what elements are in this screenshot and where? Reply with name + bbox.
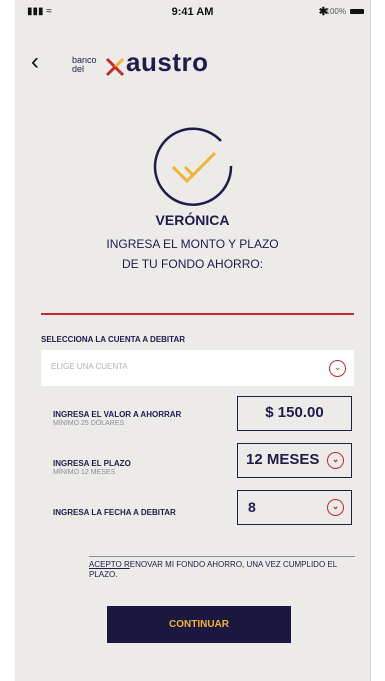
account-section-label: SELECCIONA LA CUENTA A DEBITAR	[41, 335, 185, 344]
battery-icon	[350, 9, 364, 14]
back-icon[interactable]: ‹	[31, 50, 39, 74]
date-select[interactable]: 8 ⌄	[237, 490, 352, 525]
term-label: INGRESA EL PLAZO	[53, 459, 131, 468]
check-badge-icon	[153, 127, 233, 206]
amount-input[interactable]: $ 150.00	[237, 396, 352, 431]
logo-small-text: banco del	[72, 55, 97, 74]
instruction-line-1: INGRESA EL MONTO Y PLAZO	[106, 237, 279, 251]
header: ‹ banco del austro	[15, 48, 370, 84]
term-select[interactable]: 12 MESES ⌄	[237, 443, 352, 478]
term-hint: MÍNIMO 12 MESES	[53, 469, 116, 476]
date-label: INGRESA LA FECHA A DEBITAR	[53, 508, 176, 517]
amount-hint: MÍNIMO 25 DÓLARES	[53, 420, 125, 427]
user-name: VERÓNICA	[155, 212, 230, 228]
chevron-down-icon[interactable]: ⌄	[329, 360, 346, 377]
instruction-line-2: DE TU FONDO AHORRO:	[121, 257, 264, 271]
accept-renewal-checkbox[interactable]: ACEPTO RENOVAR MI FONDO AHORRO, UNA VEZ …	[89, 560, 359, 580]
date-value: 8	[248, 499, 256, 515]
amount-label: INGRESA EL VALOR A AHORRAR	[53, 410, 182, 419]
phone-screen: ▮▮▮ ≈ 9:41 AM ✱ 100% ‹ banco del austro …	[15, 0, 371, 681]
battery-percent: 100%	[325, 7, 346, 16]
continue-button[interactable]: CONTINUAR	[107, 606, 291, 643]
status-time: 9:41 AM	[171, 6, 214, 18]
logo-x-icon	[105, 57, 125, 77]
logo-word: austro	[126, 47, 209, 77]
section-divider	[41, 313, 354, 315]
account-select[interactable]: ELIGE UNA CUENTA ⌄	[41, 350, 354, 386]
status-bar: ▮▮▮ ≈ 9:41 AM ✱ 100%	[15, 0, 370, 22]
account-placeholder: ELIGE UNA CUENTA	[51, 362, 128, 371]
accept-bold: ACEPTO R	[89, 560, 130, 569]
chevron-down-icon[interactable]: ⌄	[327, 499, 344, 516]
accept-divider	[89, 556, 355, 557]
term-value: 12 MESES	[246, 451, 320, 468]
chevron-down-icon[interactable]: ⌄	[327, 452, 344, 469]
